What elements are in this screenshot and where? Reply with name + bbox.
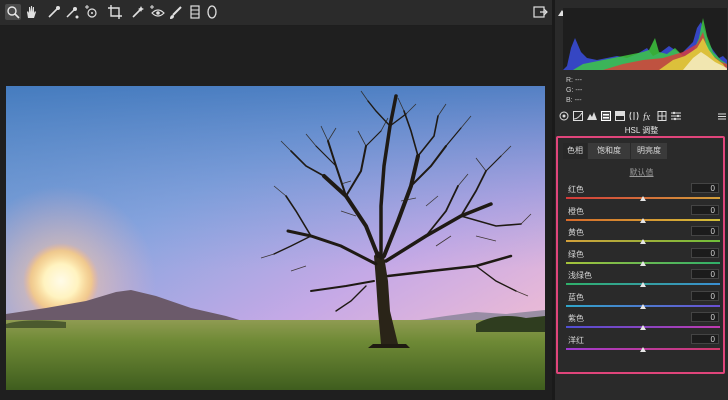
- slider-thumb[interactable]: [640, 218, 646, 223]
- preview-photo: [6, 86, 545, 390]
- slider-thumb[interactable]: [640, 282, 646, 287]
- slider-thumb[interactable]: [640, 261, 646, 266]
- slider-value-field[interactable]: 0: [691, 312, 719, 322]
- image-canvas[interactable]: [0, 26, 552, 400]
- red-eye-icon[interactable]: [149, 4, 165, 20]
- target-adjust-icon[interactable]: [83, 4, 99, 20]
- slider-label: 蓝色: [568, 293, 584, 302]
- slider-label: 黄色: [568, 228, 584, 237]
- split-toning-icon[interactable]: [615, 111, 625, 121]
- open-preferences-icon[interactable]: [532, 4, 548, 20]
- tool-strip: [0, 0, 552, 26]
- g-value: ---: [575, 87, 583, 94]
- svg-text:fx: fx: [643, 112, 651, 121]
- camera-calibration-icon[interactable]: [657, 111, 667, 121]
- slider-thumb[interactable]: [640, 325, 646, 330]
- tab-saturation[interactable]: 饱和度: [588, 143, 630, 159]
- slider-label: 浅绿色: [568, 271, 592, 280]
- hsl-tabs: 色相 饱和度 明亮度: [563, 143, 720, 159]
- slider-value-field[interactable]: 0: [691, 226, 719, 236]
- default-link[interactable]: 默认值: [563, 167, 720, 178]
- crop-icon[interactable]: [107, 4, 123, 20]
- slider-thumb[interactable]: [640, 196, 646, 201]
- eyedropper-icon[interactable]: [46, 4, 62, 20]
- slider-value-field[interactable]: 0: [691, 183, 719, 193]
- tab-hue[interactable]: 色相: [563, 143, 587, 159]
- slider-thumb[interactable]: [640, 304, 646, 309]
- brush-icon[interactable]: [168, 4, 184, 20]
- slider-value-field[interactable]: 0: [691, 291, 719, 301]
- panel-tab-icons: fx: [557, 111, 727, 123]
- tab-luminance[interactable]: 明亮度: [631, 143, 667, 159]
- detail-icon[interactable]: [587, 111, 597, 121]
- slider-label: 橙色: [568, 207, 584, 216]
- basic-panel-icon[interactable]: [559, 111, 569, 121]
- b-value: ---: [574, 97, 582, 104]
- g-label: G:: [566, 87, 574, 94]
- rgb-readout-b: B: ---: [566, 97, 582, 104]
- graduated-filter-icon[interactable]: [187, 4, 203, 20]
- b-label: B:: [566, 97, 573, 104]
- hand-icon[interactable]: [23, 4, 39, 20]
- slider-value-field[interactable]: 0: [691, 334, 719, 344]
- color-sampler-icon[interactable]: [64, 4, 80, 20]
- zoom-icon[interactable]: [5, 4, 21, 20]
- histogram: [563, 8, 727, 70]
- panel-title: HSL 调整: [624, 126, 659, 135]
- slider-value-field[interactable]: 0: [691, 205, 719, 215]
- presets-icon[interactable]: [671, 111, 681, 121]
- slider-value-field[interactable]: 0: [691, 248, 719, 258]
- slider-value-field[interactable]: 0: [691, 269, 719, 279]
- slider-label: 紫色: [568, 314, 584, 323]
- slider-thumb[interactable]: [640, 347, 646, 352]
- rgb-readout-r: R: ---: [566, 77, 582, 84]
- effects-icon[interactable]: fx: [643, 111, 653, 123]
- panel-menu-icon[interactable]: [717, 111, 727, 121]
- tone-curve-icon[interactable]: [573, 111, 583, 121]
- slider-label: 洋红: [568, 336, 584, 345]
- slider-thumb[interactable]: [640, 239, 646, 244]
- slider-label: 绿色: [568, 250, 584, 259]
- lens-corrections-icon[interactable]: [629, 111, 639, 121]
- slider-label: 红色: [568, 185, 584, 194]
- hsl-icon[interactable]: [601, 111, 611, 121]
- spot-removal-icon[interactable]: [130, 4, 146, 20]
- rgb-readout-g: G: ---: [566, 87, 582, 94]
- r-value: ---: [574, 77, 582, 84]
- radial-filter-icon[interactable]: [204, 4, 220, 20]
- r-label: R:: [566, 77, 573, 84]
